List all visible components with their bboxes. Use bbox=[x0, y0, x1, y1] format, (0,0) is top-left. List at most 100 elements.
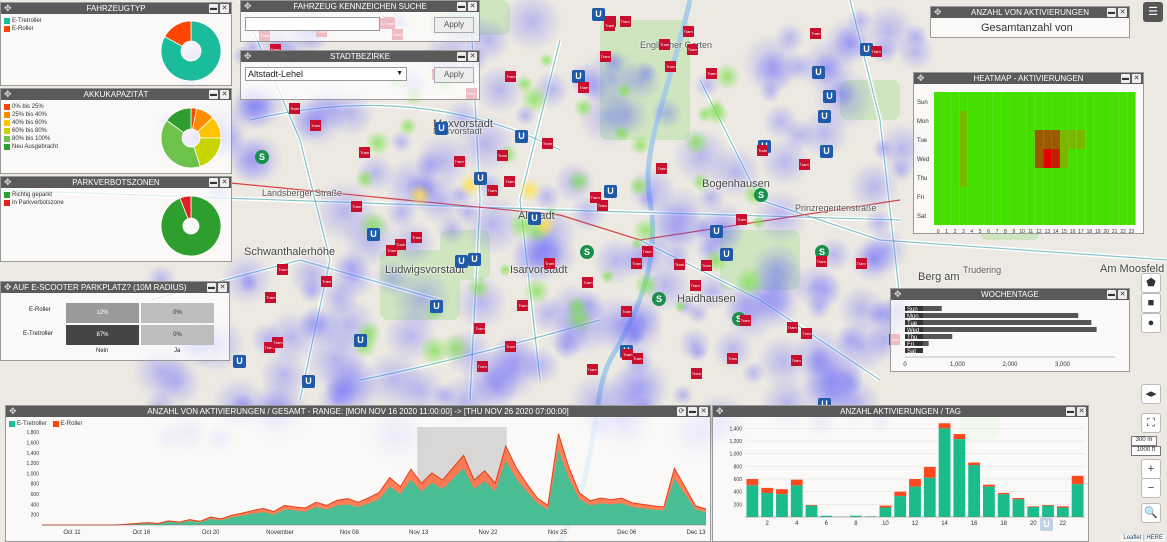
close-icon[interactable]: ✕ bbox=[468, 2, 477, 11]
minimize-icon[interactable]: ▬ bbox=[457, 52, 466, 61]
tram-stop-icon[interactable]: Tram bbox=[619, 15, 631, 27]
tram-stop-icon[interactable]: Tram bbox=[790, 355, 802, 367]
tram-stop-icon[interactable]: Tram bbox=[453, 155, 465, 167]
tram-stop-icon[interactable]: Tram bbox=[476, 360, 488, 372]
close-icon[interactable]: ✕ bbox=[220, 178, 229, 187]
close-icon[interactable]: ✕ bbox=[220, 4, 229, 13]
move-icon[interactable]: ✥ bbox=[244, 51, 252, 62]
subway-station-icon[interactable]: U bbox=[233, 355, 246, 368]
tram-stop-icon[interactable]: Tram bbox=[586, 364, 598, 376]
subway-station-icon[interactable]: U bbox=[430, 300, 443, 313]
tram-stop-icon[interactable]: Tram bbox=[310, 119, 322, 131]
subway-station-icon[interactable]: U bbox=[354, 334, 367, 347]
subway-station-icon[interactable]: U bbox=[435, 122, 448, 135]
timeline-chart[interactable]: 200 400 600 800 1,000 1,200 1,400 1,600 1,800 Oct… bbox=[6, 417, 711, 541]
refresh-icon[interactable]: ⟳ bbox=[677, 407, 686, 416]
district-select[interactable]: Altstadt-Lehel ▼ bbox=[245, 67, 407, 81]
subway-station-icon[interactable]: U bbox=[474, 172, 487, 185]
close-icon[interactable]: ✕ bbox=[220, 90, 229, 99]
tram-stop-icon[interactable]: Tram bbox=[599, 51, 611, 63]
close-icon[interactable]: ✕ bbox=[699, 407, 708, 416]
minimize-icon[interactable]: ▬ bbox=[1107, 8, 1116, 17]
move-icon[interactable]: ✥ bbox=[716, 406, 724, 417]
close-icon[interactable]: ✕ bbox=[1077, 407, 1086, 416]
tram-stop-icon[interactable]: Tram bbox=[798, 159, 810, 171]
tram-stop-icon[interactable]: Tram bbox=[544, 257, 556, 269]
minimize-icon[interactable]: ▬ bbox=[1107, 290, 1116, 299]
tram-stop-icon[interactable]: Tram bbox=[786, 321, 798, 333]
apply-button[interactable]: Apply bbox=[434, 17, 474, 33]
move-icon[interactable]: ✥ bbox=[934, 7, 942, 18]
tram-stop-icon[interactable]: Tram bbox=[386, 244, 398, 256]
close-icon[interactable]: ✕ bbox=[1118, 290, 1127, 299]
tram-stop-icon[interactable]: Tram bbox=[288, 102, 300, 114]
minimize-icon[interactable]: ▬ bbox=[207, 283, 216, 292]
tram-stop-icon[interactable]: Tram bbox=[757, 144, 769, 156]
tram-stop-icon[interactable]: Tram bbox=[801, 328, 813, 340]
move-icon[interactable]: ✥ bbox=[917, 73, 925, 84]
move-icon[interactable]: ✥ bbox=[4, 3, 12, 14]
tram-stop-icon[interactable]: Tram bbox=[870, 46, 882, 58]
move-icon[interactable]: ✥ bbox=[894, 289, 902, 300]
tram-stop-icon[interactable]: Tram bbox=[739, 315, 751, 327]
tram-stop-icon[interactable]: Tram bbox=[727, 352, 739, 364]
close-icon[interactable]: ✕ bbox=[218, 283, 227, 292]
draw-rectangle-icon[interactable]: ■ bbox=[1141, 293, 1161, 313]
subway-station-icon[interactable]: U bbox=[818, 110, 831, 123]
subway-station-icon[interactable]: U bbox=[468, 253, 481, 266]
tram-stop-icon[interactable]: Tram bbox=[596, 200, 608, 212]
apply-button[interactable]: Apply bbox=[434, 67, 474, 83]
minimize-icon[interactable]: ▬ bbox=[1121, 74, 1130, 83]
tram-stop-icon[interactable]: Tram bbox=[578, 81, 590, 93]
sbahn-station-icon[interactable]: S bbox=[652, 292, 666, 306]
subway-station-icon[interactable]: U bbox=[528, 212, 541, 225]
tram-stop-icon[interactable]: Tram bbox=[736, 214, 748, 226]
menu-icon[interactable]: ☰ bbox=[1143, 2, 1163, 22]
move-icon[interactable]: ✥ bbox=[4, 282, 12, 293]
tram-stop-icon[interactable]: Tram bbox=[272, 336, 284, 348]
zoom-in-button[interactable]: + bbox=[1141, 459, 1161, 479]
minimize-icon[interactable]: ▬ bbox=[457, 2, 466, 11]
tram-stop-icon[interactable]: Tram bbox=[505, 70, 517, 82]
plate-search-input[interactable] bbox=[245, 17, 380, 31]
tram-stop-icon[interactable]: Tram bbox=[631, 258, 643, 270]
tram-stop-icon[interactable]: Tram bbox=[690, 368, 702, 379]
tram-stop-icon[interactable]: Tram bbox=[622, 348, 634, 360]
tram-stop-icon[interactable]: Tram bbox=[706, 68, 718, 80]
move-icon[interactable]: ✥ bbox=[4, 89, 12, 100]
tram-stop-icon[interactable]: Tram bbox=[686, 44, 698, 56]
subway-station-icon[interactable]: U bbox=[823, 90, 836, 103]
tram-stop-icon[interactable]: Tram bbox=[411, 231, 423, 243]
tram-stop-icon[interactable]: Tram bbox=[810, 28, 822, 40]
tram-stop-icon[interactable]: Tram bbox=[689, 280, 701, 292]
tram-stop-icon[interactable]: Tram bbox=[604, 20, 616, 32]
draw-polygon-icon[interactable]: ⬟ bbox=[1141, 273, 1161, 293]
tram-stop-icon[interactable]: Tram bbox=[496, 149, 508, 161]
sbahn-station-icon[interactable]: S bbox=[754, 188, 768, 202]
close-icon[interactable]: ✕ bbox=[468, 52, 477, 61]
tram-stop-icon[interactable]: Tram bbox=[665, 60, 677, 72]
subway-station-icon[interactable]: U bbox=[604, 185, 617, 198]
tram-stop-icon[interactable]: Tram bbox=[265, 292, 277, 304]
split-view-icon[interactable]: ◂▸ bbox=[1141, 384, 1161, 404]
tram-stop-icon[interactable]: Tram bbox=[673, 259, 685, 271]
tram-stop-icon[interactable]: Tram bbox=[682, 26, 694, 38]
tram-stop-icon[interactable]: Tram bbox=[474, 322, 486, 334]
tram-stop-icon[interactable]: Tram bbox=[621, 305, 633, 317]
tram-stop-icon[interactable]: Tram bbox=[505, 341, 517, 353]
tram-stop-icon[interactable]: Tram bbox=[541, 137, 553, 149]
sbahn-station-icon[interactable]: S bbox=[580, 245, 594, 259]
tram-stop-icon[interactable]: Tram bbox=[277, 263, 289, 275]
attribution[interactable]: Leaflet | HERE bbox=[1121, 535, 1165, 541]
tram-stop-icon[interactable]: Tram bbox=[351, 200, 363, 212]
tram-stop-icon[interactable]: Tram bbox=[641, 245, 653, 257]
subway-station-icon[interactable]: U bbox=[515, 130, 528, 143]
tram-stop-icon[interactable]: Tram bbox=[517, 299, 529, 311]
move-icon[interactable]: ✥ bbox=[9, 406, 17, 417]
subway-station-icon[interactable]: U bbox=[367, 228, 380, 241]
subway-station-icon[interactable]: U bbox=[710, 225, 723, 238]
tram-stop-icon[interactable]: Tram bbox=[855, 257, 867, 269]
search-icon[interactable]: 🔍 bbox=[1141, 503, 1161, 523]
move-icon[interactable]: ✥ bbox=[244, 1, 252, 12]
subway-station-icon[interactable]: U bbox=[592, 8, 605, 21]
